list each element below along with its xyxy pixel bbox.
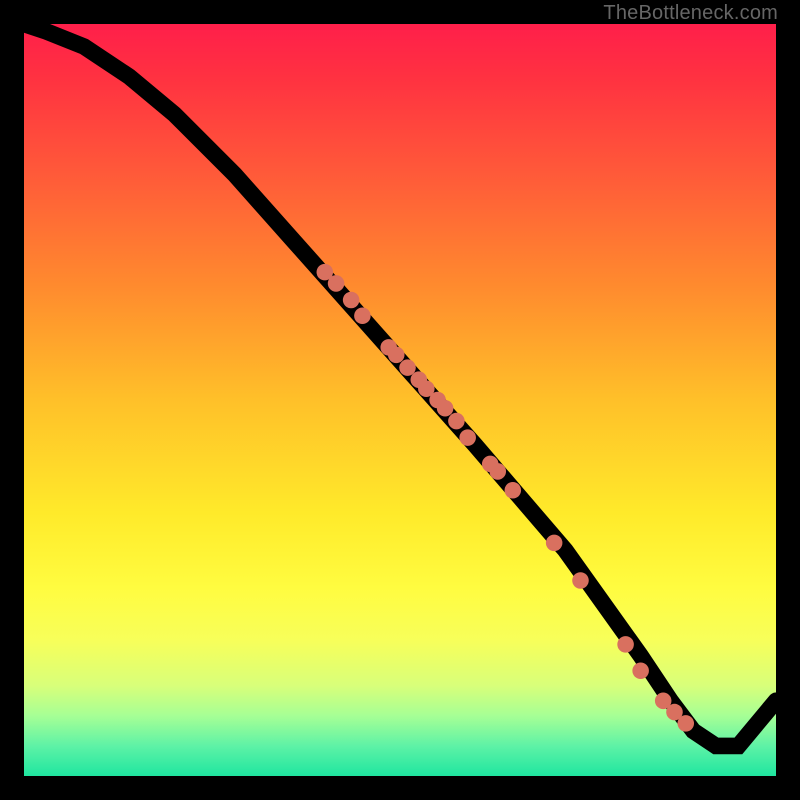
bottleneck-curve [24, 24, 776, 776]
attribution-label: TheBottleneck.com [603, 2, 778, 25]
chart-plot-area [24, 24, 776, 776]
